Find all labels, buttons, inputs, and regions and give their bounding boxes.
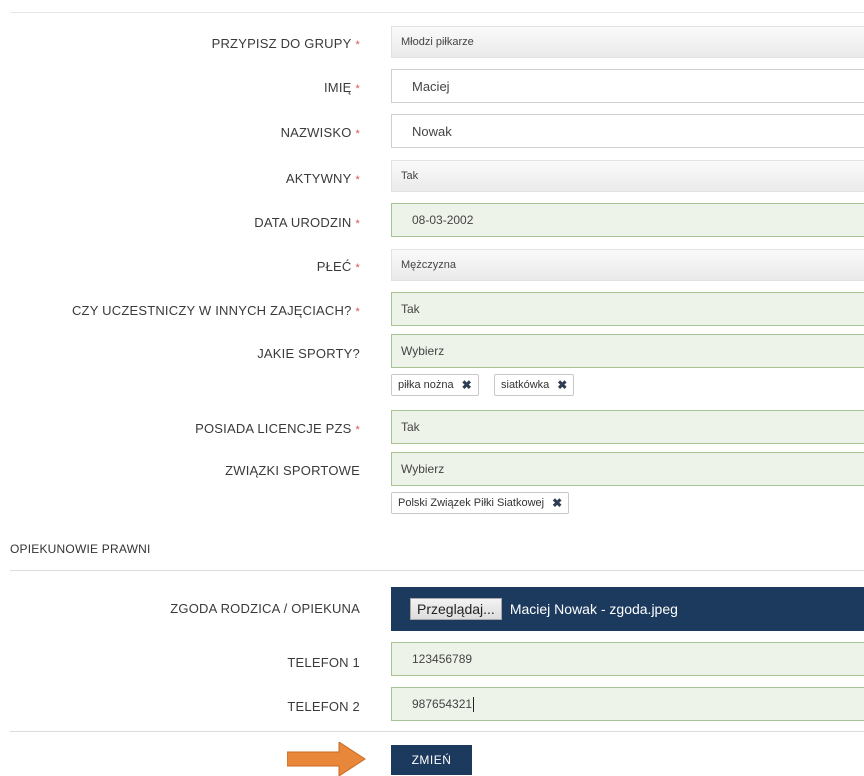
group-select[interactable]: Młodzi piłkarze bbox=[391, 26, 864, 58]
associations-placeholder: Wybierz bbox=[401, 462, 445, 476]
last-name-input[interactable]: Nowak bbox=[391, 114, 864, 148]
gender-select[interactable]: Mężczyzna bbox=[391, 249, 864, 281]
close-icon[interactable]: ✖ bbox=[462, 378, 472, 392]
text-cursor bbox=[473, 696, 475, 712]
active-select-value: Tak bbox=[401, 170, 419, 182]
other-activities-label: CZY UCZESTNICZY W INNYCH ZAJĘCIACH? * bbox=[72, 303, 360, 318]
phone1-label-text: TELEFON 1 bbox=[287, 655, 360, 670]
association-tag: Polski Związek Piłki Siatkowej ✖ bbox=[391, 492, 570, 514]
sports-select[interactable]: Wybierz bbox=[391, 334, 864, 368]
phone1-input[interactable]: 123456789 bbox=[391, 642, 864, 676]
birth-date-label-text: DATA URODZIN bbox=[254, 215, 352, 230]
required-marker: * bbox=[355, 174, 360, 186]
birth-date-label: DATA URODZIN * bbox=[254, 215, 360, 230]
active-select[interactable]: Tak bbox=[391, 160, 864, 192]
last-name-label-text: NAZWISKO bbox=[280, 125, 352, 140]
sport-tag-label: piłka nożna bbox=[398, 379, 454, 391]
phone1-label: TELEFON 1 bbox=[287, 655, 360, 670]
other-activities-label-text: CZY UCZESTNICZY W INNYCH ZAJĘCIACH? bbox=[71, 303, 352, 318]
sport-tag-label: siatkówka bbox=[501, 379, 550, 391]
submit-button[interactable]: ZMIEŃ bbox=[391, 745, 472, 775]
browse-button[interactable]: Przeglądaj... bbox=[410, 598, 502, 620]
bottom-divider bbox=[10, 731, 864, 732]
pzs-license-label-text: POSIADA LICENCJE PZS bbox=[195, 421, 352, 436]
first-name-value: Maciej bbox=[412, 78, 450, 94]
phone2-value: 987654321 bbox=[412, 697, 473, 711]
associations-label-text: ZWIĄZKI SPORTOWE bbox=[225, 463, 360, 478]
pzs-license-select[interactable]: Tak bbox=[391, 410, 864, 444]
close-icon[interactable]: ✖ bbox=[552, 496, 562, 510]
phone2-input[interactable]: 987654321 bbox=[391, 687, 864, 721]
consent-label: ZGODA RODZICA / OPIEKUNA bbox=[170, 601, 360, 616]
sports-label: JAKIE SPORTY? bbox=[257, 346, 360, 361]
active-label: AKTYWNY * bbox=[286, 171, 360, 186]
arrow-right-icon bbox=[287, 742, 366, 776]
file-name: Maciej Nowak - zgoda.jpeg bbox=[509, 601, 678, 617]
required-marker: * bbox=[355, 39, 360, 51]
first-name-input[interactable]: Maciej bbox=[391, 69, 864, 103]
sports-placeholder: Wybierz bbox=[401, 344, 445, 358]
group-label-text: PRZYPISZ DO GRUPY bbox=[211, 36, 352, 51]
gender-select-value: Mężczyzna bbox=[401, 259, 457, 271]
pzs-license-value: Tak bbox=[401, 420, 420, 434]
associations-label: ZWIĄZKI SPORTOWE bbox=[225, 463, 360, 478]
last-name-label: NAZWISKO * bbox=[281, 125, 360, 140]
section-divider bbox=[10, 570, 864, 571]
phone1-value: 123456789 bbox=[412, 652, 473, 666]
section-title: OPIEKUNOWIE PRAWNI bbox=[10, 542, 151, 556]
association-tag-label: Polski Związek Piłki Siatkowej bbox=[398, 497, 545, 509]
consent-label-text: ZGODA RODZICA / OPIEKUNA bbox=[170, 601, 360, 616]
phone2-label-text: TELEFON 2 bbox=[287, 699, 360, 714]
first-name-label-text: IMIĘ bbox=[323, 80, 352, 95]
gender-label: PŁEĆ * bbox=[317, 259, 360, 274]
required-marker: * bbox=[355, 218, 360, 230]
required-marker: * bbox=[355, 306, 360, 318]
required-marker: * bbox=[355, 262, 360, 274]
group-select-value: Młodzi piłkarze bbox=[401, 36, 474, 48]
last-name-value: Nowak bbox=[412, 123, 452, 139]
group-label: PRZYPISZ DO GRUPY * bbox=[212, 36, 360, 51]
birth-date-input[interactable]: 08-03-2002 bbox=[391, 203, 864, 237]
consent-file-upload: Przeglądaj... Maciej Nowak - zgoda.jpeg bbox=[391, 587, 864, 631]
other-activities-select[interactable]: Tak bbox=[391, 292, 864, 326]
required-marker: * bbox=[355, 128, 360, 140]
close-icon[interactable]: ✖ bbox=[557, 378, 567, 392]
sport-tag: piłka nożna ✖ bbox=[391, 374, 479, 396]
required-marker: * bbox=[355, 83, 360, 95]
associations-select[interactable]: Wybierz bbox=[391, 452, 864, 486]
sports-label-text: JAKIE SPORTY? bbox=[257, 346, 360, 361]
top-divider bbox=[10, 12, 864, 13]
first-name-label: IMIĘ * bbox=[324, 80, 360, 95]
other-activities-value: Tak bbox=[401, 302, 420, 316]
pzs-license-label: POSIADA LICENCJE PZS * bbox=[195, 421, 360, 436]
birth-date-value: 08-03-2002 bbox=[412, 213, 474, 227]
sport-tag: siatkówka ✖ bbox=[494, 374, 575, 396]
active-label-text: AKTYWNY bbox=[285, 171, 352, 186]
required-marker: * bbox=[355, 424, 360, 436]
gender-label-text: PŁEĆ bbox=[316, 259, 352, 274]
phone2-label: TELEFON 2 bbox=[287, 699, 360, 714]
